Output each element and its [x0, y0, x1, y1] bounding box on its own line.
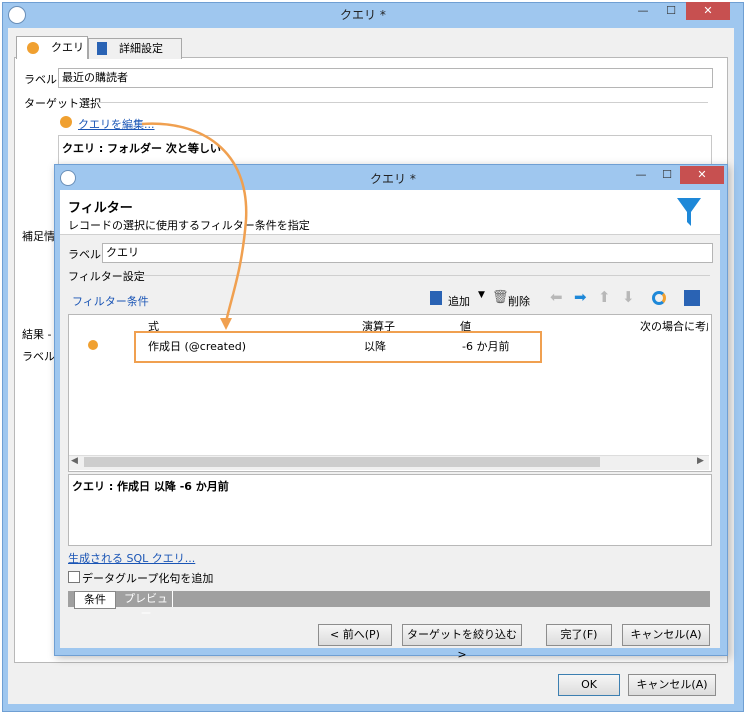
arrow-left-icon[interactable]: ⬅	[550, 288, 563, 306]
narrow-target-button[interactable]: ターゲットを絞り込む>	[402, 624, 522, 661]
funnel-icon	[677, 198, 701, 226]
tab-advanced[interactable]: 詳細設定	[88, 38, 182, 59]
refresh-icon[interactable]	[652, 291, 666, 305]
condition-status-icon	[88, 340, 98, 350]
scroll-right-icon[interactable]: ▶	[697, 456, 704, 466]
save-icon[interactable]	[684, 290, 700, 306]
filter-subtitle: レコードの選択に使用するフィルター条件を指定	[68, 219, 310, 232]
inner-close-button[interactable]: ✕	[680, 166, 724, 184]
clipboard-icon	[97, 42, 107, 55]
trash-icon[interactable]: 🗑	[492, 290, 509, 305]
partial-label-supplement: 補足情	[22, 230, 55, 243]
query-text: クエリ : 作成日 以降 -6 か月前	[72, 480, 229, 493]
outer-query-summary: クエリ : フォルダー 次と等しい	[62, 142, 221, 155]
delete-button[interactable]: 削除	[508, 293, 530, 309]
partial-label-result: 結果 -	[22, 328, 52, 341]
tab-advanced-label: 詳細設定	[119, 42, 163, 55]
cell-operator: 以降	[364, 340, 386, 353]
add-dropdown-icon[interactable]: ▼	[478, 290, 485, 300]
outer-close-button[interactable]: ✕	[686, 2, 730, 20]
add-icon[interactable]	[430, 291, 442, 305]
outer-maximize-button[interactable]: ☐	[658, 2, 684, 20]
group-clause-label: データグループ化句を追加	[82, 572, 214, 585]
edit-query-link[interactable]: クエリを編集...	[78, 116, 155, 132]
edit-query-icon	[60, 116, 72, 128]
add-button[interactable]: 追加	[448, 293, 470, 309]
divider	[92, 102, 708, 103]
filter-title: フィルター	[68, 201, 133, 216]
tab-query-label: クエリ	[51, 41, 84, 54]
divider	[134, 275, 710, 276]
ok-button[interactable]: OK	[558, 674, 620, 696]
inner-label-caption: ラベル:	[68, 248, 105, 261]
cell-value: -6 か月前	[462, 340, 510, 353]
tab-preview[interactable]: プレビュー	[120, 591, 173, 620]
arrow-right-icon[interactable]: ➡	[574, 288, 587, 306]
inner-cancel-button[interactable]: キャンセル(A)	[622, 624, 710, 646]
inner-maximize-button[interactable]: ☐	[654, 166, 680, 184]
filter-conditions-link[interactable]: フィルター条件	[72, 293, 149, 309]
outer-cancel-button[interactable]: キャンセル(A)	[628, 674, 716, 696]
outer-title: クエリ *	[340, 8, 386, 22]
scroll-left-icon[interactable]: ◀	[71, 456, 78, 466]
inner-app-icon	[60, 170, 76, 186]
cell-expression: 作成日 (@created)	[148, 340, 246, 353]
outer-label-input[interactable]: 最近の購読者	[58, 68, 713, 88]
app-icon	[8, 6, 26, 24]
outer-label-caption: ラベル:	[24, 73, 61, 86]
tab-conditions[interactable]: 条件	[74, 591, 116, 609]
arrow-down-icon[interactable]: ⬇	[622, 288, 635, 306]
target-selection-heading: ターゲット選択	[24, 97, 101, 110]
group-clause-checkbox[interactable]	[68, 571, 80, 583]
tab-query[interactable]: クエリ	[16, 36, 88, 59]
outer-minimize-button[interactable]: —	[630, 2, 656, 20]
inner-title: クエリ *	[370, 172, 416, 186]
prev-button[interactable]: < 前へ(P)	[318, 624, 392, 646]
arrow-up-icon[interactable]: ⬆	[598, 288, 611, 306]
inner-minimize-button[interactable]: —	[628, 166, 654, 184]
query-status-icon	[27, 42, 39, 54]
scrollbar-thumb[interactable]	[84, 457, 600, 467]
inner-label-input[interactable]: クエリ	[102, 243, 713, 263]
sql-query-link[interactable]: 生成される SQL クエリ...	[68, 550, 195, 566]
finish-button[interactable]: 完了(F)	[546, 624, 612, 646]
filter-settings-heading: フィルター設定	[68, 270, 145, 283]
column-header-consider[interactable]: 次の場合に考慮	[640, 318, 708, 334]
